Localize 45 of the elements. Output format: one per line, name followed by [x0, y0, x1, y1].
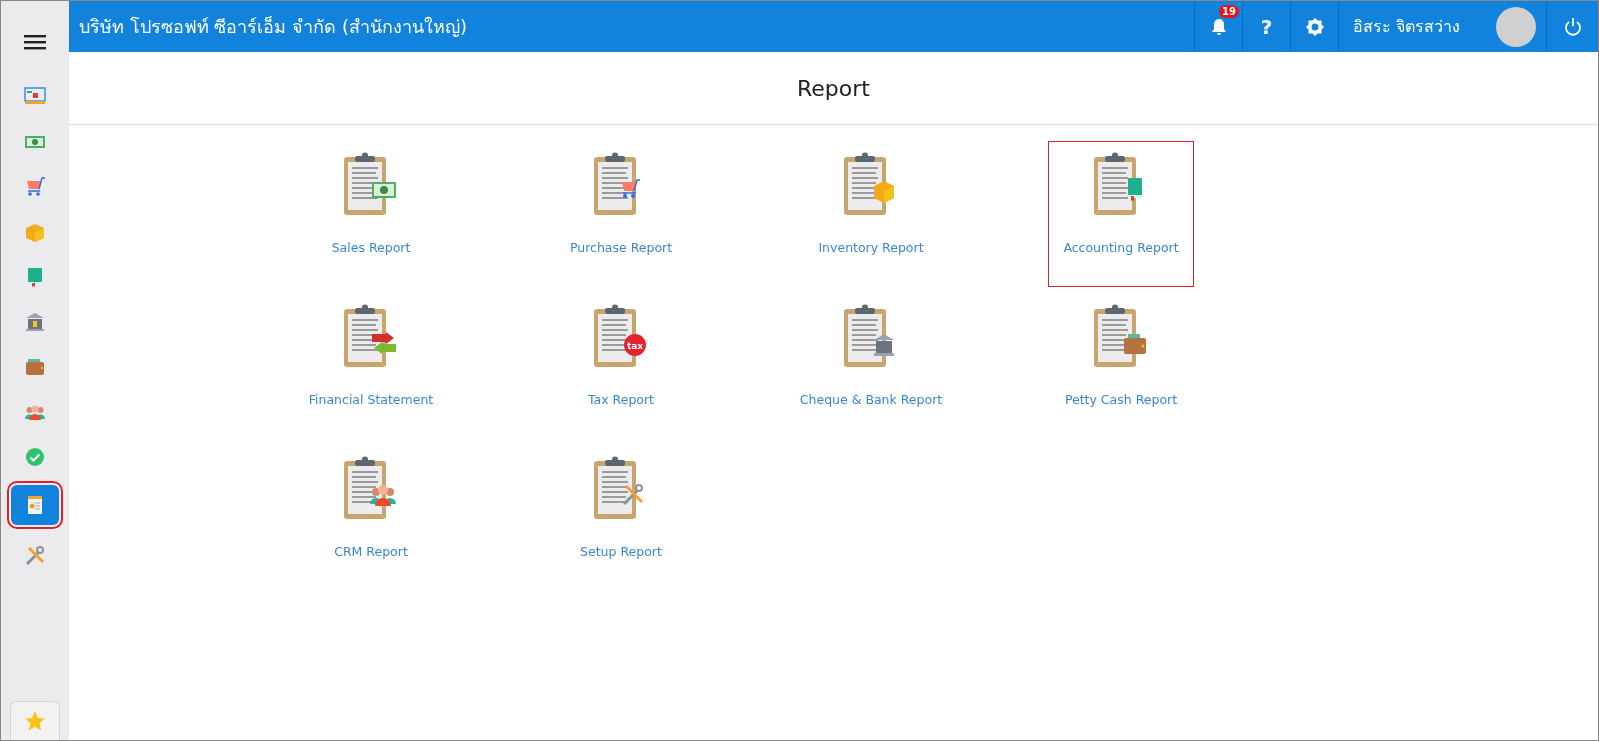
- star-icon: [23, 709, 47, 733]
- checkmark-icon: [23, 445, 47, 469]
- bell-icon: [1209, 17, 1228, 36]
- notifications-button[interactable]: 19: [1194, 1, 1242, 52]
- banknote-icon: [372, 182, 396, 198]
- settings-icon: [1304, 16, 1325, 37]
- report-tile[interactable]: Cheque & Bank Report: [798, 293, 944, 439]
- power-icon: [1563, 16, 1582, 37]
- company-name: บริษัท โปรซอฟท์ ซีอาร์เอ็ม จำกัด (สำนักงานใหญ่): [78, 15, 468, 39]
- clipboard-icon: [594, 152, 636, 215]
- clipboard-icon: [844, 152, 886, 215]
- arrows-icon: [372, 332, 396, 354]
- cart-icon: [622, 179, 641, 198]
- menu-icon[interactable]: [24, 34, 46, 50]
- clipboard-icon: [844, 304, 886, 367]
- clipboard-icon: [594, 456, 636, 519]
- favorites-button[interactable]: [10, 701, 60, 740]
- report-tile[interactable]: Sales Report: [298, 141, 444, 287]
- report-tile[interactable]: Accounting Report: [1048, 141, 1194, 287]
- report-tile[interactable]: Petty Cash Report: [1048, 293, 1194, 439]
- bank-icon: [874, 334, 894, 356]
- tools-icon: [622, 484, 644, 506]
- report-tile[interactable]: Purchase Report: [548, 141, 694, 287]
- avatar[interactable]: [1496, 6, 1536, 47]
- notification-badge: 19: [1219, 5, 1239, 18]
- clipboard-icon: [1094, 152, 1136, 215]
- user-name[interactable]: อิสระ จิตรสว่าง: [1353, 14, 1461, 39]
- report-tile[interactable]: tax Tax Report: [548, 293, 694, 439]
- report-tile[interactable]: Setup Report: [548, 445, 694, 591]
- people-icon: [370, 485, 396, 506]
- report-tile[interactable]: CRM Report: [298, 445, 444, 591]
- page-title: Report: [69, 52, 1598, 125]
- clipboard-icon: [344, 152, 386, 215]
- clipboard-icon: [344, 304, 386, 367]
- bank-icon: [23, 310, 47, 334]
- report-tile[interactable]: Inventory Report: [798, 141, 944, 287]
- report-tile[interactable]: Financial Statement: [298, 293, 444, 439]
- box-icon: [874, 181, 894, 203]
- tools-icon: [23, 544, 47, 568]
- wallet-icon: [1124, 334, 1146, 354]
- clipboard-icon: [344, 456, 386, 519]
- tax-badge: tax: [624, 334, 646, 356]
- book-icon: [1128, 178, 1142, 201]
- clipboard-icon: [1094, 304, 1136, 367]
- help-button[interactable]: ?: [1242, 1, 1290, 52]
